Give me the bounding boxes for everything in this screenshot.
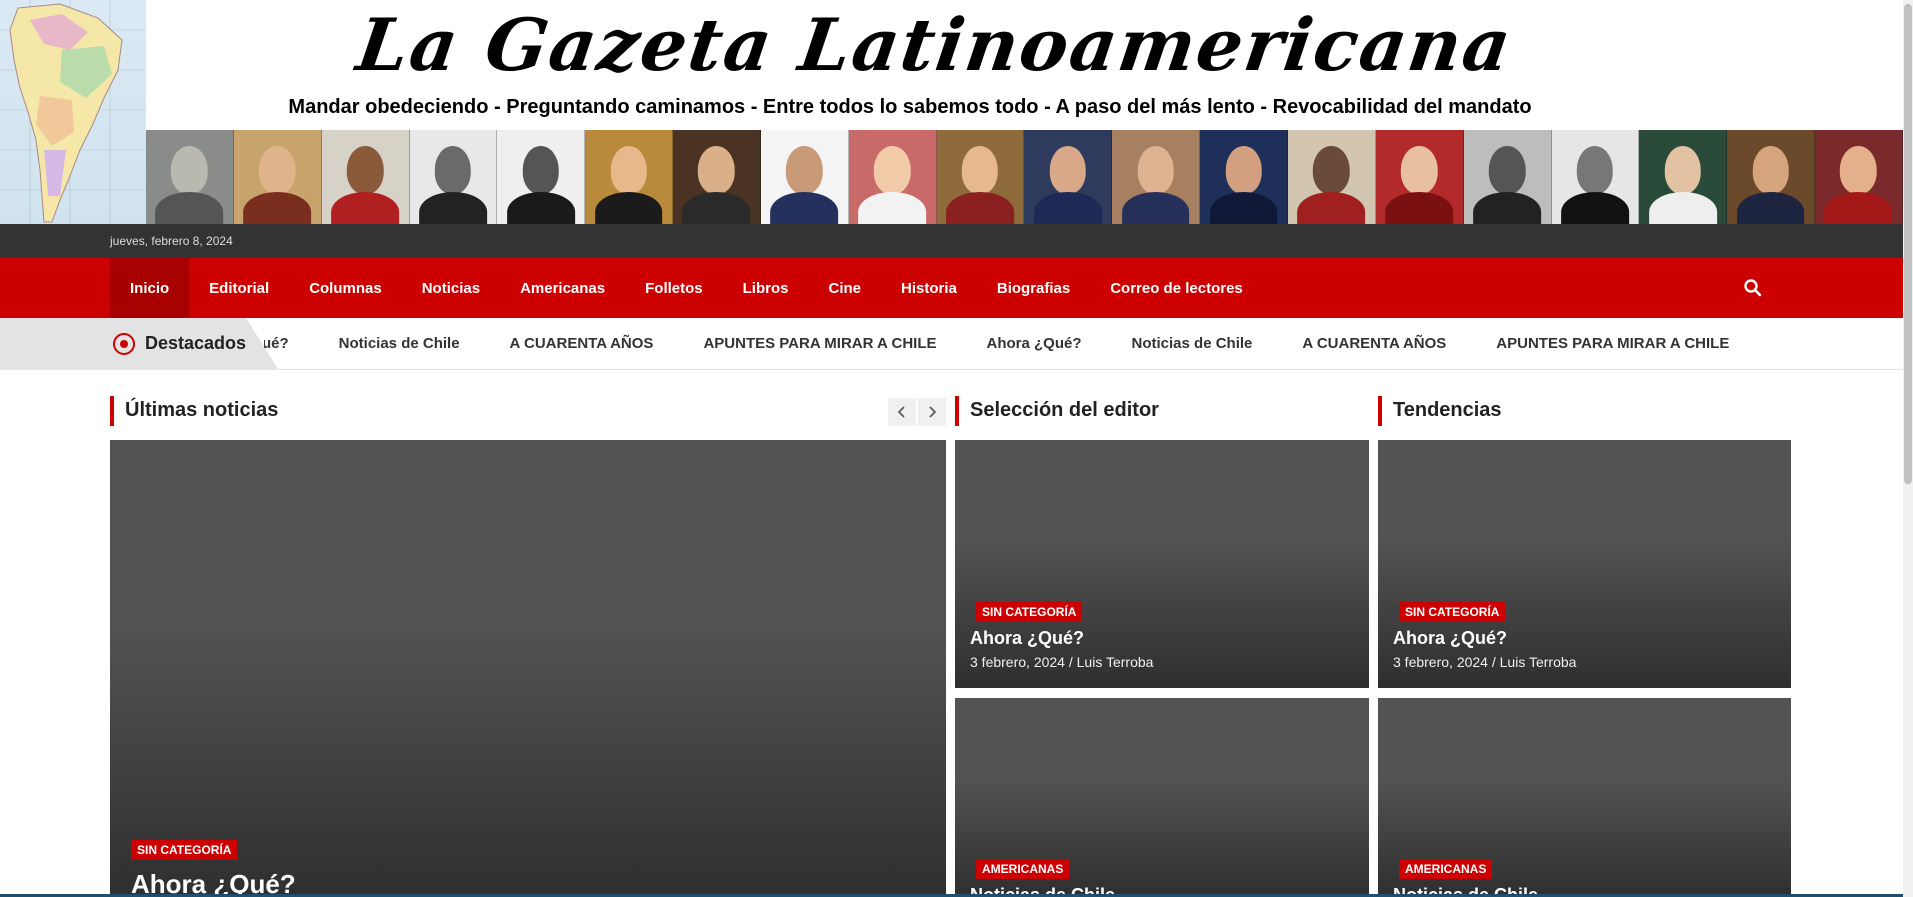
nav-item-editorial[interactable]: Editorial [189,258,289,318]
ticker-item[interactable]: APUNTES PARA MIRAR A CHILE [703,335,936,352]
ticker-item[interactable]: Noticias de Chile [339,335,460,352]
portrait-image [585,130,674,224]
portrait-image [848,130,937,224]
editor-card[interactable]: SIN CATEGORÍA Ahora ¿Qué? 3 febrero, 202… [955,440,1369,688]
portrait-image [409,130,498,224]
nav-item-libros[interactable]: Libros [723,258,809,318]
portrait-image [497,130,586,224]
card-author[interactable]: Luis Terroba [1500,654,1577,670]
ticker-item[interactable]: Ahora ¿Qué? [987,335,1082,352]
portrait-image [1112,130,1201,224]
chevron-left-icon[interactable] [888,398,916,426]
portrait-image [1727,130,1816,224]
nav-item-cine[interactable]: Cine [808,258,881,318]
portrait-image [1287,130,1376,224]
portrait-image [760,130,849,224]
portrait-image [936,130,1025,224]
card-title[interactable]: Ahora ¿Qué? [1393,628,1507,649]
card-meta: 3 febrero, 2024 / Luis Terroba [970,654,1154,670]
portraits-strip-image [146,130,1903,224]
site-tagline: Mandar obedeciendo - Preguntando caminam… [288,96,1532,118]
portrait-image [1024,130,1113,224]
portrait-image [146,130,234,224]
ticker-label-text: Destacados [145,333,247,353]
nav-item-correo-de-lectores[interactable]: Correo de lectores [1090,258,1263,318]
portrait-image [1463,130,1552,224]
current-date: jueves, febrero 8, 2024 [110,234,233,248]
ticker-track: ué? Noticias de Chile A CUARENTA AÑOS AP… [264,318,1734,369]
portrait-image [1200,130,1288,224]
card-date[interactable]: 3 febrero, 2024 [1393,654,1488,670]
nav-item-columnas[interactable]: Columnas [289,258,402,318]
site-title[interactable]: La Gazeta Latinoamericana [352,2,1518,87]
ticker-item[interactable]: A CUARENTA AÑOS [510,335,654,352]
ticker-item[interactable]: A CUARENTA AÑOS [1302,335,1446,352]
editor-card[interactable]: AMERICANAS Noticias de Chile [955,698,1369,897]
site-banner[interactable]: La Gazeta Latinoamericana Mandar obedeci… [0,0,1903,224]
slider-controls [888,398,946,426]
card-meta: 3 febrero, 2024 / Luis Terroba [1393,654,1577,670]
ticker-item[interactable]: ué? [264,335,289,352]
scrollbar-thumb[interactable] [1904,4,1912,484]
trending-card[interactable]: SIN CATEGORÍA Ahora ¿Qué? 3 febrero, 202… [1378,440,1791,688]
card-title[interactable]: Ahora ¿Qué? [131,869,296,897]
featured-ticker: Destacados ué? Noticias de Chile A CUARE… [0,318,1903,370]
live-dot-icon [113,333,135,355]
portrait-image [673,130,761,224]
card-title[interactable]: Ahora ¿Qué? [970,628,1084,649]
nav-item-inicio[interactable]: Inicio [110,258,190,318]
section-title-latest: Últimas noticias [110,396,278,426]
card-date[interactable]: 3 febrero, 2024 [970,654,1065,670]
main-news-card[interactable]: SIN CATEGORÍA Ahora ¿Qué? [110,440,946,897]
ticker-item[interactable]: APUNTES PARA MIRAR A CHILE [1496,335,1729,352]
section-title-trending: Tendencias [1378,396,1502,426]
category-badge[interactable]: AMERICANAS [1399,859,1493,879]
ticker-item[interactable]: Noticias de Chile [1132,335,1253,352]
main-navigation: Inicio Editorial Columnas Noticias Ameri… [0,258,1903,318]
trending-card[interactable]: AMERICANAS Noticias de Chile [1378,698,1791,897]
nav-item-folletos[interactable]: Folletos [625,258,723,318]
ticker-label: Destacados [0,318,278,369]
nav-item-historia[interactable]: Historia [881,258,977,318]
category-badge[interactable]: AMERICANAS [976,859,1070,879]
portrait-image [1639,130,1728,224]
portrait-image [1551,130,1640,224]
vertical-scrollbar[interactable] [1903,0,1913,897]
category-badge[interactable]: SIN CATEGORÍA [976,602,1083,622]
nav-item-noticias[interactable]: Noticias [402,258,500,318]
nav-item-americanas[interactable]: Americanas [500,258,625,318]
category-badge[interactable]: SIN CATEGORÍA [1399,602,1506,622]
top-bar: jueves, febrero 8, 2024 [0,224,1903,258]
nav-item-biografias[interactable]: Biografias [977,258,1090,318]
card-gradient [955,778,1369,897]
category-badge[interactable]: SIN CATEGORÍA [131,840,238,860]
section-title-editor: Selección del editor [955,396,1159,426]
portrait-image [1815,130,1903,224]
banner-title-area: La Gazeta Latinoamericana Mandar obedeci… [146,0,1903,130]
search-icon[interactable] [1743,278,1763,298]
portrait-image [1375,130,1464,224]
portrait-image [233,130,322,224]
portrait-image [321,130,410,224]
chevron-right-icon[interactable] [918,398,946,426]
south-america-map-image [0,0,146,224]
card-gradient [1378,778,1791,897]
card-author[interactable]: Luis Terroba [1077,654,1154,670]
